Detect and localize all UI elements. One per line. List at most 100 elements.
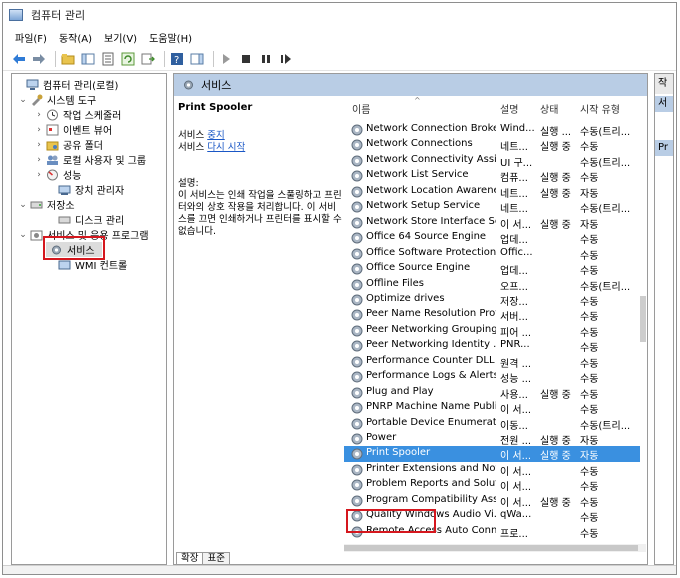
service-row[interactable]: Network Setup Service 네트... 수동(트리... bbox=[344, 199, 640, 215]
export-list-button[interactable] bbox=[140, 51, 156, 67]
stop-service-button[interactable] bbox=[238, 51, 254, 67]
forward-button[interactable] bbox=[31, 51, 47, 67]
column-header-description[interactable]: 설명 bbox=[500, 96, 518, 120]
gear-icon bbox=[351, 495, 363, 507]
service-startup-type: 자동 bbox=[580, 188, 599, 200]
show-action-pane-button[interactable] bbox=[189, 51, 205, 67]
menu-help[interactable]: 도움말(H) bbox=[149, 30, 192, 45]
service-row[interactable]: Portable Device Enumerato... 이동... 수동(트리..… bbox=[344, 416, 640, 432]
expand-chevron-icon[interactable]: › bbox=[34, 155, 44, 165]
expand-chevron-icon[interactable]: › bbox=[34, 170, 44, 180]
tab-extended[interactable]: 확장 bbox=[176, 552, 204, 564]
service-row[interactable]: Network Store Interface Se... 이 서... 실행 중 자… bbox=[344, 215, 640, 231]
tree-item-performance[interactable]: › 성능 bbox=[34, 167, 81, 182]
pause-icon bbox=[262, 54, 270, 63]
service-row[interactable]: Network Location Awareness 네트... 실행 중 자동 bbox=[344, 184, 640, 200]
play-icon bbox=[223, 53, 230, 64]
up-folder-button[interactable] bbox=[60, 51, 76, 67]
service-row[interactable]: Peer Networking Identity ... PNR... 수동 bbox=[344, 338, 640, 354]
console-tree-icon bbox=[81, 53, 95, 64]
service-startup-type: 자동 bbox=[580, 219, 599, 231]
properties-button[interactable] bbox=[100, 51, 116, 67]
service-row[interactable]: Office 64 Source Engine 업데... 수동 bbox=[344, 230, 640, 246]
service-row[interactable]: Offline Files 오프... 수동(트리... bbox=[344, 277, 640, 293]
service-row[interactable]: Office Software Protection ... Offic... 수동 bbox=[344, 246, 640, 262]
service-row[interactable]: Peer Name Resolution Prot... 서버... 수동 bbox=[344, 307, 640, 323]
collapse-chevron-icon[interactable]: ⌄ bbox=[18, 230, 28, 240]
tree-item-event-viewer[interactable]: › 이벤트 뷰어 bbox=[34, 122, 112, 137]
service-startup-type: 수동 bbox=[580, 358, 599, 370]
tree-item-disk-management[interactable]: 디스크 관리 bbox=[46, 212, 124, 227]
service-row[interactable]: Office Source Engine 업데... 수동 bbox=[344, 261, 640, 277]
service-row[interactable]: Optimize drives 저장... 수동 bbox=[344, 292, 640, 308]
shared-folder-icon bbox=[46, 141, 59, 150]
vertical-scrollbar[interactable] bbox=[640, 120, 646, 544]
service-startup-type: 수동 bbox=[580, 296, 599, 308]
column-header-startup-type[interactable]: 시작 유형 bbox=[580, 96, 620, 120]
horizontal-scrollbar-thumb[interactable] bbox=[344, 545, 638, 551]
service-name: Office Software Protection ... bbox=[366, 246, 496, 258]
collapse-chevron-icon[interactable]: ⌄ bbox=[18, 200, 28, 210]
tree-item-local-users[interactable]: › 로컬 사용자 및 그룹 bbox=[34, 152, 146, 168]
back-arrow-icon bbox=[13, 53, 25, 64]
service-row[interactable]: Power 전원 ... 실행 중 자동 bbox=[344, 431, 640, 447]
service-startup-type: 수동(트리... bbox=[580, 157, 631, 169]
service-row[interactable]: Network Connectivity Assis... UI 구... 수동(트… bbox=[344, 153, 640, 169]
tab-standard[interactable]: 표준 bbox=[202, 552, 230, 564]
menu-action[interactable]: 동작(A) bbox=[59, 30, 92, 45]
menu-view[interactable]: 보기(V) bbox=[104, 30, 137, 45]
service-row[interactable]: Performance Logs & Alerts 성능 ... 수동 bbox=[344, 369, 640, 385]
selected-service-title: Print Spooler bbox=[178, 102, 253, 113]
service-row[interactable]: Print Spooler 이 서... 실행 중 자동 bbox=[344, 446, 640, 462]
help-button[interactable]: ? bbox=[169, 51, 185, 67]
service-description: 네트... bbox=[500, 188, 528, 200]
service-row[interactable]: Network List Service 컴퓨... 실행 중 수동 bbox=[344, 168, 640, 184]
start-service-button[interactable] bbox=[218, 51, 234, 67]
service-row[interactable]: Plug and Play 사용... 실행 중 수동 bbox=[344, 385, 640, 401]
help-icon: ? bbox=[171, 52, 183, 66]
back-button[interactable] bbox=[11, 51, 27, 67]
service-startup-type: 수동 bbox=[580, 482, 599, 494]
show-console-tree-button[interactable] bbox=[80, 51, 96, 67]
service-row[interactable]: Problem Reports and Solut... 이 서... 수동 bbox=[344, 477, 640, 493]
tree-item-shared-folders[interactable]: › 공유 폴더 bbox=[34, 137, 103, 153]
refresh-button[interactable] bbox=[120, 51, 136, 67]
column-header-status[interactable]: 상태 bbox=[540, 96, 558, 120]
horizontal-scrollbar[interactable] bbox=[344, 544, 646, 552]
collapse-chevron-icon[interactable]: ⌄ bbox=[18, 95, 28, 105]
column-header-name[interactable]: 이름 bbox=[352, 96, 370, 120]
tree-item-system-tools[interactable]: ⌄ 시스템 도구 bbox=[18, 92, 96, 107]
service-row[interactable]: Program Compatibility Assi... 이 서... 실행 중 수… bbox=[344, 493, 640, 509]
service-row[interactable]: Peer Networking Grouping 피어 ... 수동 bbox=[344, 323, 640, 339]
restart-icon bbox=[281, 53, 291, 64]
tree-item-task-scheduler[interactable]: › 작업 스케줄러 bbox=[34, 107, 121, 122]
service-description: 이 서... bbox=[500, 451, 532, 463]
stop-service-link[interactable]: 중지 bbox=[207, 130, 224, 141]
actions-section-print-spooler[interactable]: Pr bbox=[655, 140, 673, 156]
expand-chevron-icon[interactable]: › bbox=[34, 140, 44, 150]
service-row[interactable]: Network Connections 네트... 실행 중 수동 bbox=[344, 137, 640, 153]
restart-service-link[interactable]: 다시 시작 bbox=[207, 142, 245, 153]
vertical-scrollbar-thumb[interactable] bbox=[640, 296, 646, 342]
service-row[interactable]: Printer Extensions and Noti... 이 서... 수동 bbox=[344, 462, 640, 478]
service-status: 실행 중 bbox=[540, 497, 571, 509]
service-description: 이 서... bbox=[500, 405, 532, 417]
service-description: 오프... bbox=[500, 281, 528, 293]
restart-service-button[interactable] bbox=[278, 51, 294, 67]
menu-file[interactable]: 파일(F) bbox=[15, 30, 47, 45]
actions-section-services[interactable]: 서 bbox=[655, 96, 673, 112]
tree-item-device-manager[interactable]: 장치 관리자 bbox=[46, 182, 124, 197]
service-row[interactable]: Performance Counter DLL ... 원격 ... 수동 bbox=[344, 354, 640, 370]
device-manager-icon bbox=[58, 185, 71, 195]
expand-chevron-icon[interactable]: › bbox=[34, 125, 44, 135]
service-description: 저장... bbox=[500, 296, 528, 308]
service-name: Problem Reports and Solut... bbox=[366, 478, 496, 490]
service-status: 실행 ... bbox=[540, 127, 572, 138]
tree-item-root[interactable]: 컴퓨터 관리(로컬) bbox=[14, 77, 118, 92]
pause-service-button[interactable] bbox=[258, 51, 274, 67]
computer-management-icon bbox=[9, 9, 23, 21]
expand-chevron-icon[interactable]: › bbox=[34, 110, 44, 120]
tree-item-storage[interactable]: ⌄ 저장소 bbox=[18, 197, 74, 213]
service-row[interactable]: Network Connection Broker Wind... 실행 ... 수동… bbox=[344, 122, 640, 138]
service-row[interactable]: PNRP Machine Name Publi... 이 서... 수동 bbox=[344, 400, 640, 416]
